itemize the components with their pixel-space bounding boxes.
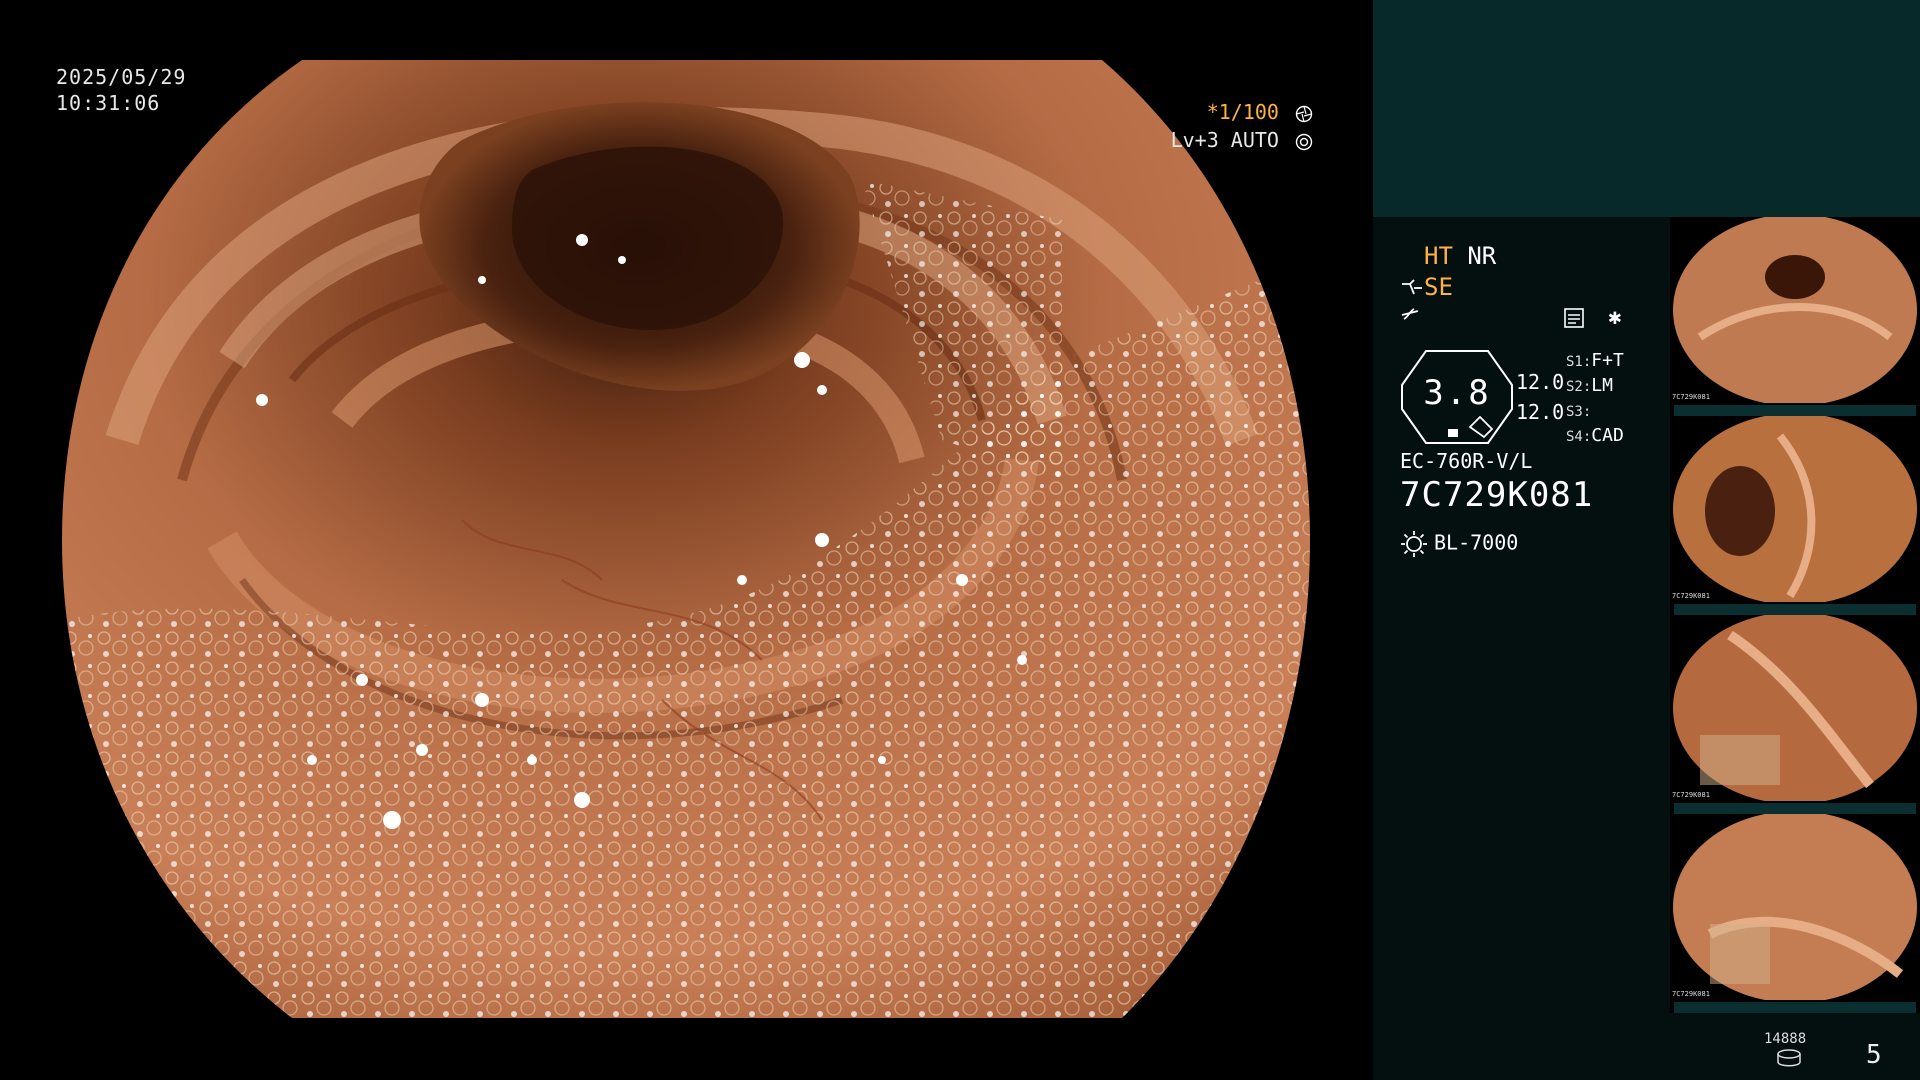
thumbnail-id: 7C729K081	[1672, 393, 1710, 401]
database-icon	[1777, 1049, 1801, 1067]
switch-value: CAD	[1591, 425, 1624, 446]
endoscopy-image	[62, 60, 1310, 1018]
light-source-row: BL-7000	[1400, 530, 1518, 558]
thumbnail-caption-bar	[1674, 803, 1916, 814]
se-row: SE	[1400, 273, 1453, 301]
enhance-icon	[1402, 279, 1422, 295]
thumbnail-caption-bar	[1674, 604, 1916, 615]
timestamp: 2025/05/29 10:31:06	[56, 64, 186, 116]
time-text: 10:31:06	[56, 91, 161, 115]
shutter-text: *1/100	[1206, 100, 1279, 124]
switch-row-s3: S3:	[1566, 400, 1591, 421]
thumbnail-strip: 7C729K081 7C729K081 7C729K081 7C729K081	[1670, 217, 1920, 1013]
switch-key: S2:	[1566, 379, 1592, 395]
level-readout: Lv+3 AUTO	[1171, 128, 1313, 152]
nr-label: NR	[1467, 242, 1497, 270]
thumbnail-caption-bar	[1674, 1002, 1916, 1013]
thumbnail[interactable]: 7C729K081	[1670, 416, 1920, 615]
switch-value: F+T	[1591, 350, 1624, 371]
asterisk-icon: ✱	[1608, 305, 1622, 330]
thumbnail-image	[1673, 814, 1917, 1000]
freeze-icon	[1401, 308, 1419, 320]
gauge-value-lower: 12.0	[1516, 400, 1565, 424]
thumbnail[interactable]: 7C729K081	[1670, 217, 1920, 416]
switch-value: LM	[1591, 375, 1613, 396]
ht-nr-row: HT NR	[1424, 242, 1496, 270]
switch-row-s4: S4:CAD	[1566, 425, 1624, 446]
light-source-icon	[1401, 531, 1427, 557]
date-text: 2025/05/29	[56, 65, 187, 89]
thumbnail-image	[1673, 615, 1917, 801]
gauge-value: 3.8	[1423, 373, 1491, 413]
image-count: 5	[1866, 1040, 1882, 1070]
level-text: Lv+3 AUTO	[1170, 128, 1279, 152]
switch-row-s1: S1:F+T	[1566, 350, 1624, 371]
thumbnail-id: 7C729K081	[1672, 990, 1710, 998]
endoscope-view: 2025/05/29 10:31:06 *1/100 Lv+3 AUTO	[0, 0, 1373, 1080]
record-icon	[1564, 308, 1584, 328]
thumbnail-caption-bar	[1674, 405, 1916, 416]
gauge-value-upper: 12.0	[1516, 370, 1565, 394]
auto-iris-icon	[1295, 133, 1313, 150]
thumbnail-id: 7C729K081	[1672, 791, 1710, 799]
scope-model: EC-760R-V/L	[1400, 449, 1533, 473]
record-row: ✱	[1563, 305, 1622, 330]
thumbnail[interactable]: 7C729K081	[1670, 814, 1920, 1013]
thumbnail-image	[1673, 416, 1917, 602]
switch-key: S3:	[1566, 404, 1592, 420]
shutter-readout: *1/100	[1207, 100, 1313, 124]
aperture-icon	[1295, 105, 1313, 122]
switch-row-s2: S2:LM	[1566, 375, 1613, 396]
image-count-label: 14888	[1764, 1031, 1807, 1047]
light-source-text: BL-7000	[1434, 530, 1519, 555]
thumbnail-image	[1673, 217, 1917, 403]
freeze-row	[1400, 303, 1422, 331]
thumbnail-id: 7C729K081	[1672, 592, 1710, 600]
switch-key: S1:	[1566, 354, 1592, 370]
thumbnail[interactable]: 7C729K081	[1670, 615, 1920, 814]
switch-key: S4:	[1566, 429, 1592, 445]
panel-header-area	[1373, 0, 1920, 217]
scope-serial: 7C729K081	[1400, 475, 1594, 515]
se-label: SE	[1424, 273, 1453, 301]
ht-label: HT	[1424, 242, 1453, 270]
